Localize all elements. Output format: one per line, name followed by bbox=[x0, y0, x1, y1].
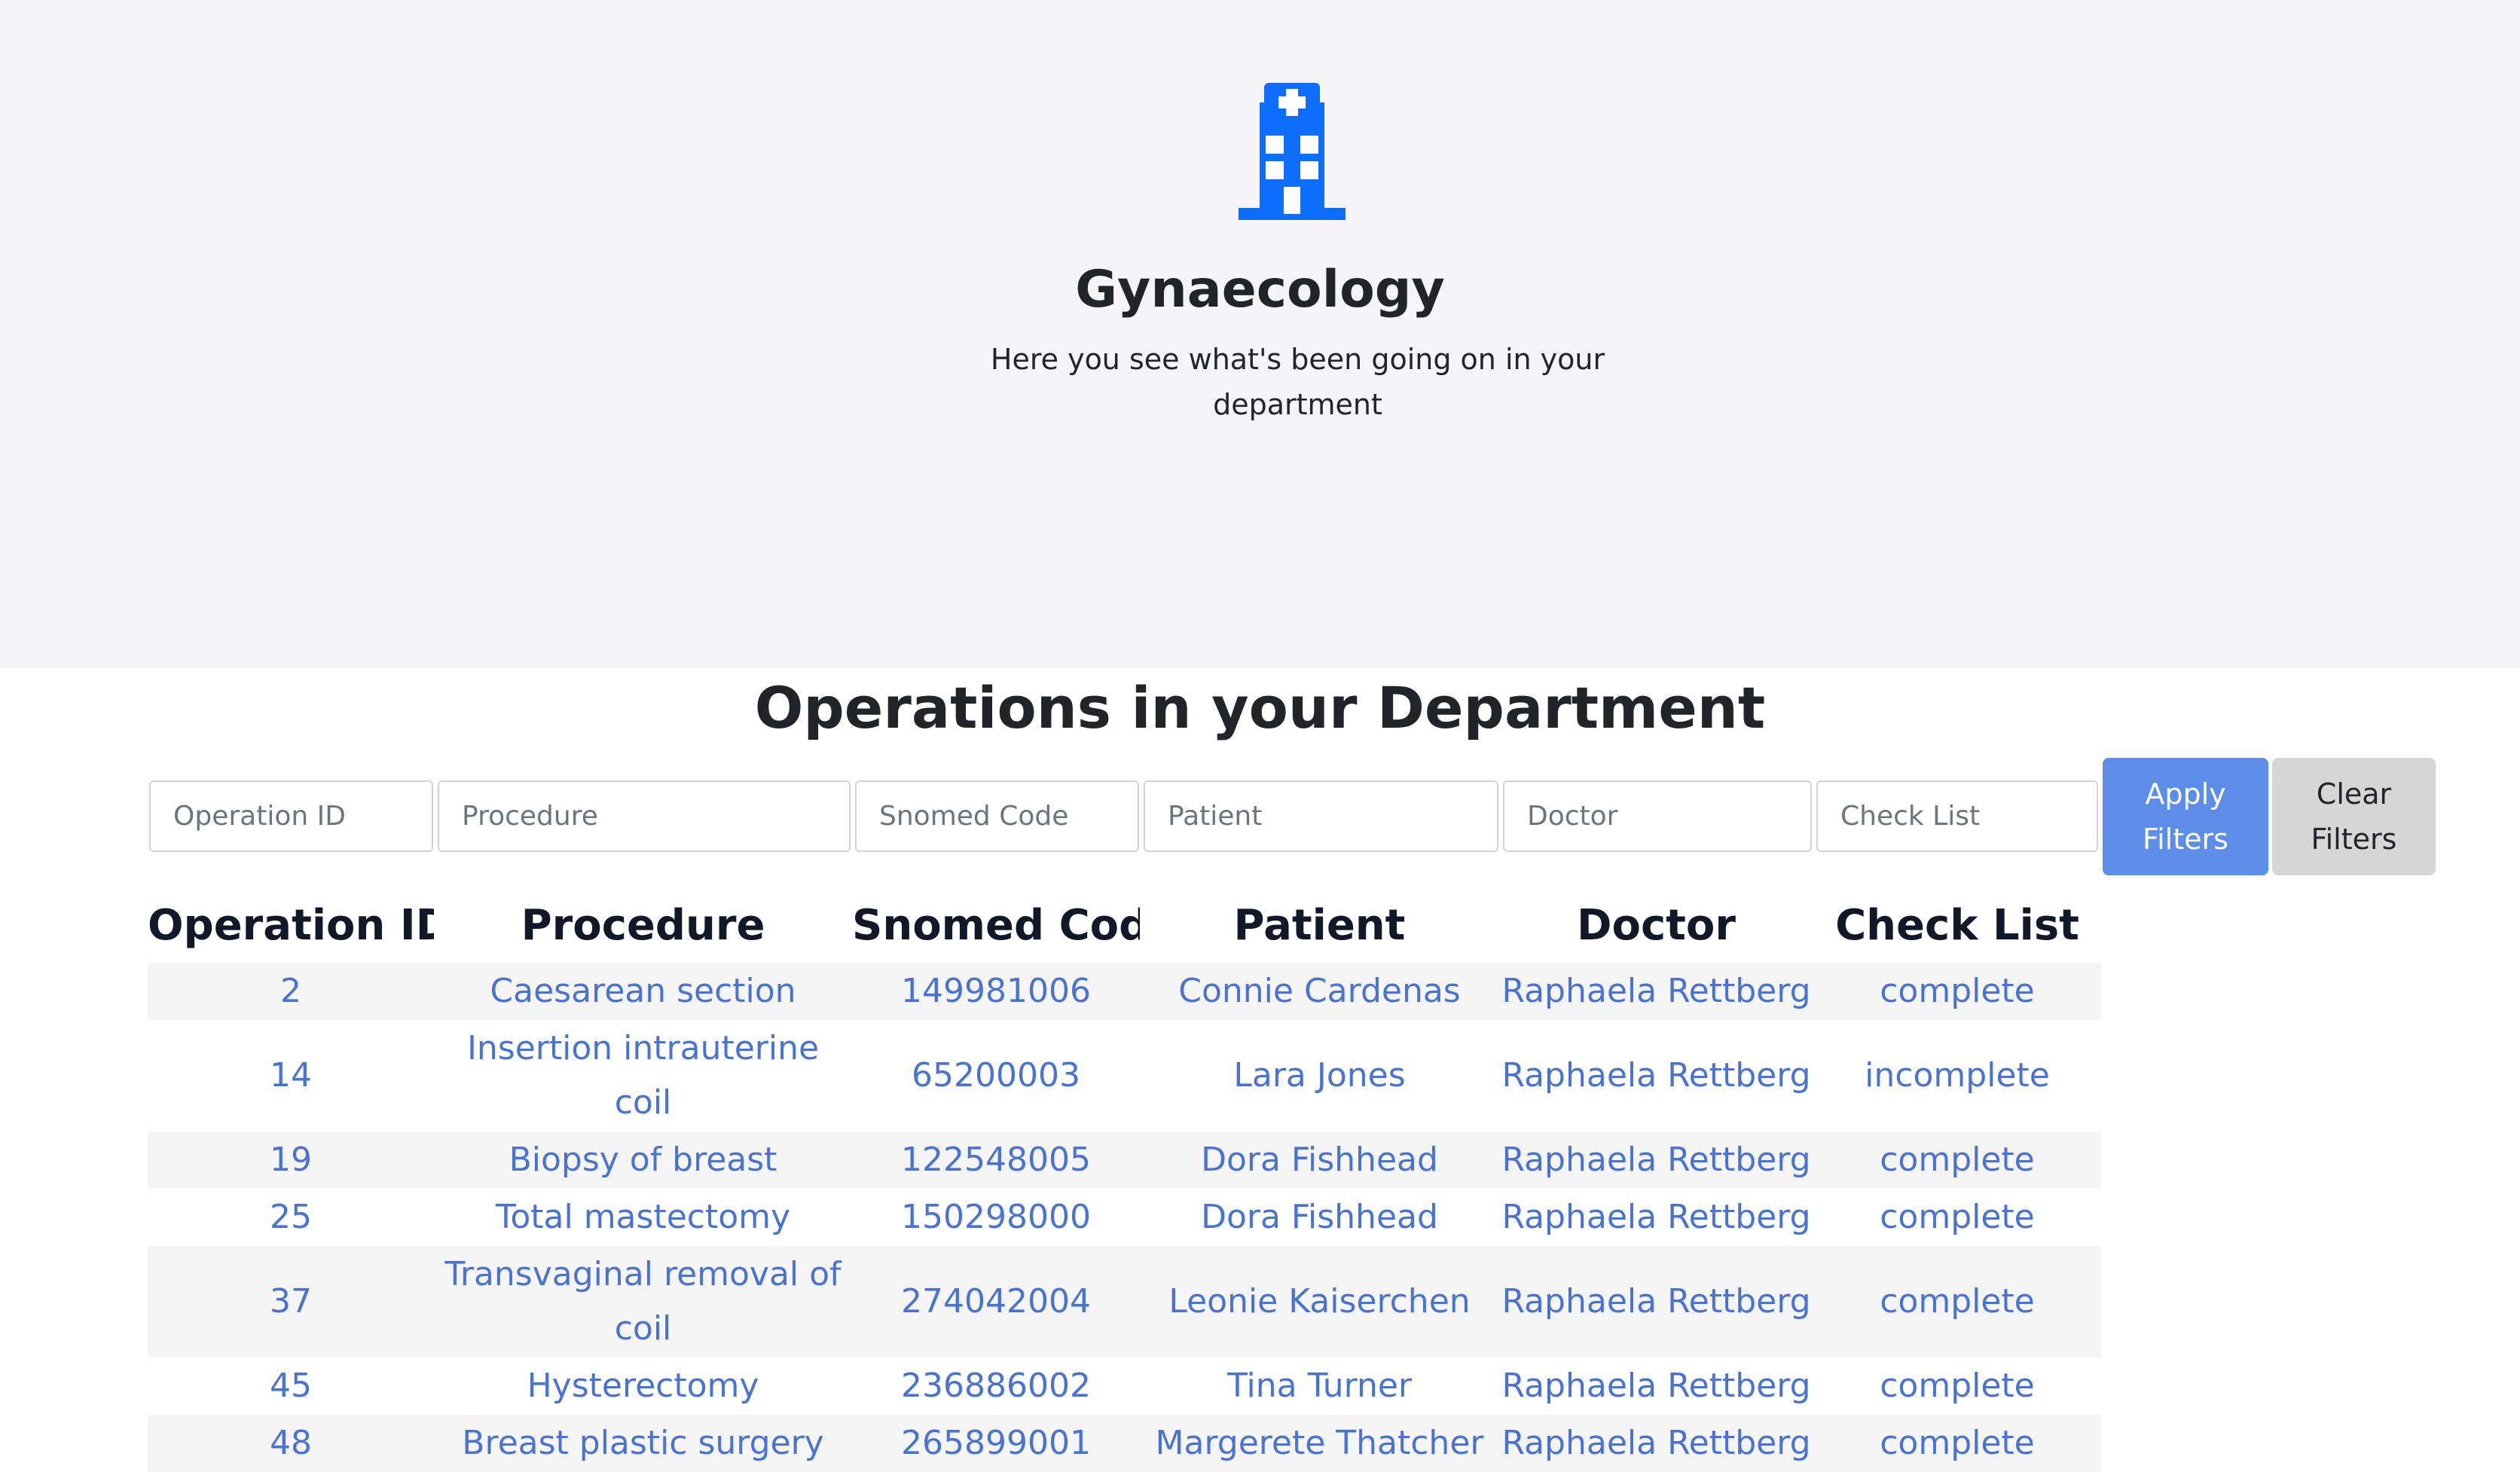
operation-id-cell[interactable]: 25 bbox=[148, 1189, 434, 1246]
page-title: Gynaecology bbox=[1075, 260, 1445, 319]
table-row[interactable]: 14 Insertion intrauterine coil 65200003 … bbox=[148, 1020, 2101, 1131]
operations-heading: Operations in your Department bbox=[754, 674, 1766, 741]
patient-cell[interactable]: Margerete Thatcher bbox=[1140, 1415, 1499, 1472]
snomed-code-cell[interactable]: 265899001 bbox=[852, 1415, 1140, 1472]
patient-cell[interactable]: Dora Fishhead bbox=[1140, 1131, 1499, 1189]
snomed-code-filter-input[interactable] bbox=[855, 780, 1139, 852]
operation-id-cell[interactable]: 2 bbox=[148, 963, 434, 1020]
check-list-cell[interactable]: complete bbox=[1813, 1189, 2101, 1246]
patient-cell[interactable]: Lara Jones bbox=[1140, 1020, 1499, 1131]
procedure-cell[interactable]: Caesarean section bbox=[434, 963, 852, 1020]
patient-cell[interactable]: Leonie Kaiserchen bbox=[1140, 1246, 1499, 1357]
procedure-cell[interactable]: Insertion intrauterine coil bbox=[434, 1020, 852, 1131]
check-list-cell[interactable]: incomplete bbox=[1813, 1020, 2101, 1131]
snomed-code-cell[interactable]: 150298000 bbox=[852, 1189, 1140, 1246]
hero-section: Gynaecology Here you see what's been goi… bbox=[0, 0, 2520, 668]
patient-cell[interactable]: Dora Fishhead bbox=[1140, 1189, 1499, 1246]
hospital-icon bbox=[1239, 83, 1346, 220]
apply-filters-button[interactable]: Apply Filters bbox=[2103, 758, 2268, 875]
column-header-procedure[interactable]: Procedure bbox=[434, 887, 852, 963]
snomed-code-cell[interactable]: 122548005 bbox=[852, 1131, 1140, 1189]
check-list-cell[interactable]: complete bbox=[1813, 1131, 2101, 1189]
table-row[interactable]: 45 Hysterectomy 236886002 Tina Turner Ra… bbox=[148, 1357, 2101, 1415]
procedure-filter-input[interactable] bbox=[438, 780, 851, 852]
operation-id-filter-input[interactable] bbox=[149, 780, 433, 852]
doctor-filter-input[interactable] bbox=[1503, 780, 1812, 852]
column-header-doctor[interactable]: Doctor bbox=[1499, 887, 1813, 963]
operation-id-cell[interactable]: 14 bbox=[148, 1020, 434, 1131]
check-list-cell[interactable]: complete bbox=[1813, 963, 2101, 1020]
column-header-patient[interactable]: Patient bbox=[1140, 887, 1499, 963]
operation-id-cell[interactable]: 48 bbox=[148, 1415, 434, 1472]
procedure-cell[interactable]: Biopsy of breast bbox=[434, 1131, 852, 1189]
procedure-cell[interactable]: Total mastectomy bbox=[434, 1189, 852, 1246]
table-row[interactable]: 19 Biopsy of breast 122548005 Dora Fishh… bbox=[148, 1131, 2101, 1189]
operation-id-cell[interactable]: 37 bbox=[148, 1246, 434, 1357]
snomed-code-cell[interactable]: 236886002 bbox=[852, 1357, 1140, 1415]
doctor-cell[interactable]: Raphaela Rettberg bbox=[1499, 963, 1813, 1020]
table-header-row: Operation ID Procedure Snomed Code Patie… bbox=[148, 887, 2101, 963]
check-list-cell[interactable]: complete bbox=[1813, 1415, 2101, 1472]
procedure-cell[interactable]: Transvaginal removal of coil bbox=[434, 1246, 852, 1357]
column-header-check-list[interactable]: Check List bbox=[1813, 887, 2101, 963]
operation-id-cell[interactable]: 19 bbox=[148, 1131, 434, 1189]
operations-table: Operation ID Procedure Snomed Code Patie… bbox=[148, 887, 2101, 1472]
clear-filters-button[interactable]: Clear Filters bbox=[2272, 758, 2436, 875]
operation-id-cell[interactable]: 45 bbox=[148, 1357, 434, 1415]
doctor-cell[interactable]: Raphaela Rettberg bbox=[1499, 1246, 1813, 1357]
check-list-cell[interactable]: complete bbox=[1813, 1246, 2101, 1357]
doctor-cell[interactable]: Raphaela Rettberg bbox=[1499, 1020, 1813, 1131]
doctor-cell[interactable]: Raphaela Rettberg bbox=[1499, 1415, 1813, 1472]
patient-cell[interactable]: Tina Turner bbox=[1140, 1357, 1499, 1415]
table-row[interactable]: 2 Caesarean section 149981006 Connie Car… bbox=[148, 963, 2101, 1020]
doctor-cell[interactable]: Raphaela Rettberg bbox=[1499, 1131, 1813, 1189]
check-list-cell[interactable]: complete bbox=[1813, 1357, 2101, 1415]
snomed-code-cell[interactable]: 149981006 bbox=[852, 963, 1140, 1020]
table-row[interactable]: 25 Total mastectomy 150298000 Dora Fishh… bbox=[148, 1189, 2101, 1246]
snomed-code-cell[interactable]: 274042004 bbox=[852, 1246, 1140, 1357]
procedure-cell[interactable]: Hysterectomy bbox=[434, 1357, 852, 1415]
doctor-cell[interactable]: Raphaela Rettberg bbox=[1499, 1189, 1813, 1246]
doctor-cell[interactable]: Raphaela Rettberg bbox=[1499, 1357, 1813, 1415]
table-row[interactable]: 37 Transvaginal removal of coil 27404200… bbox=[148, 1246, 2101, 1357]
column-header-snomed-code[interactable]: Snomed Code bbox=[852, 887, 1140, 963]
patient-filter-input[interactable] bbox=[1144, 780, 1498, 852]
snomed-code-cell[interactable]: 65200003 bbox=[852, 1020, 1140, 1131]
patient-cell[interactable]: Connie Cardenas bbox=[1140, 963, 1499, 1020]
procedure-cell[interactable]: Breast plastic surgery bbox=[434, 1415, 852, 1472]
page-subtitle: Here you see what's been going on in you… bbox=[990, 343, 1605, 421]
table-row[interactable]: 48 Breast plastic surgery 265899001 Marg… bbox=[148, 1415, 2101, 1472]
column-header-operation-id[interactable]: Operation ID bbox=[148, 887, 434, 963]
check-list-filter-input[interactable] bbox=[1816, 780, 2098, 852]
